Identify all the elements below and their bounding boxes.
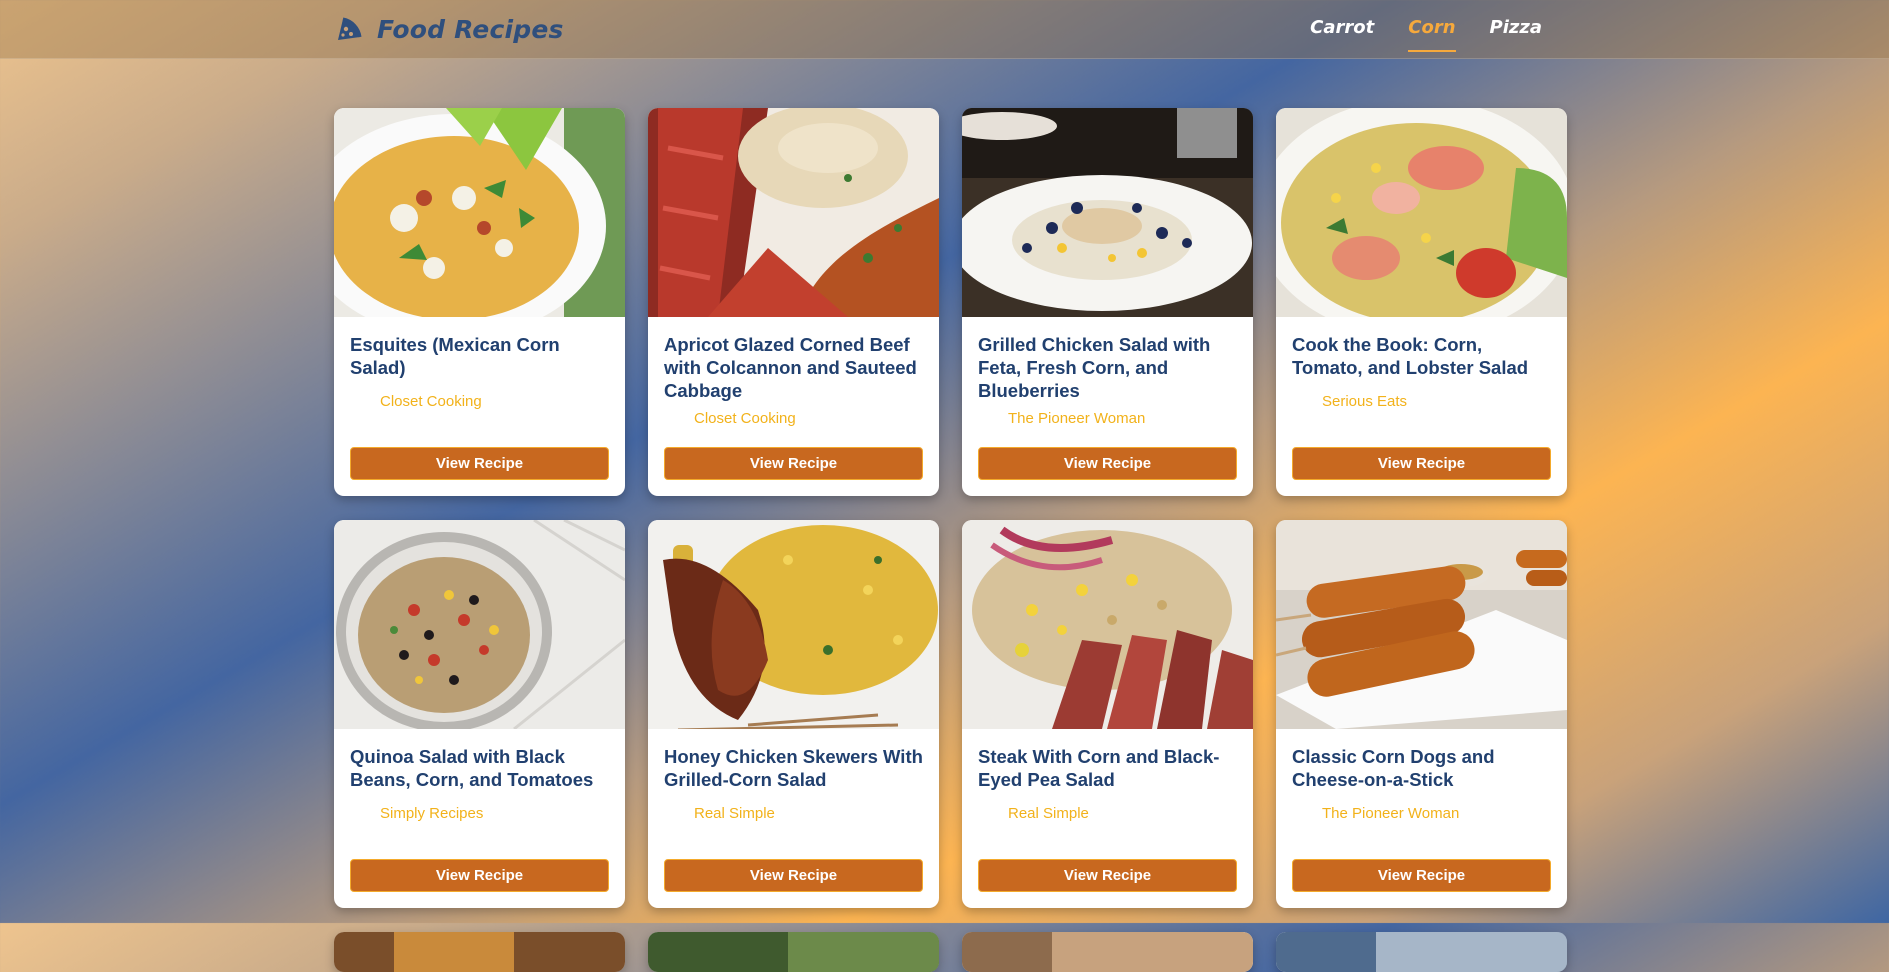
recipe-photo — [962, 108, 1253, 317]
view-recipe-button[interactable]: View Recipe — [664, 447, 923, 480]
recipe-card-partial — [648, 932, 939, 972]
recipe-title[interactable]: Cook the Book: Corn, Tomato, and Lobster… — [1292, 333, 1555, 379]
brand-title: Food Recipes — [377, 14, 564, 44]
recipe-photo — [1276, 932, 1567, 972]
recipe-photo — [648, 932, 939, 972]
recipe-title[interactable]: Classic Corn Dogs and Cheese-on-a-Stick — [1292, 745, 1555, 791]
view-recipe-button[interactable]: View Recipe — [350, 859, 609, 892]
view-recipe-button[interactable]: View Recipe — [1292, 859, 1551, 892]
recipe-source[interactable]: Simply Recipes — [380, 805, 483, 822]
view-recipe-button[interactable]: View Recipe — [978, 447, 1237, 480]
recipe-photo — [648, 520, 939, 729]
recipe-source[interactable]: The Pioneer Woman — [1008, 410, 1145, 427]
recipe-card: Grilled Chicken Salad with Feta, Fresh C… — [962, 108, 1253, 496]
recipe-photo — [962, 520, 1253, 729]
recipe-source[interactable]: Real Simple — [694, 805, 775, 822]
view-recipe-button[interactable]: View Recipe — [1292, 447, 1551, 480]
nav-menu: Carrot Corn Pizza — [1293, 0, 1559, 58]
nav-link-corn[interactable]: Corn — [1391, 0, 1472, 52]
recipe-card: Steak With Corn and Black-Eyed Pea Salad… — [962, 520, 1253, 908]
recipe-photo — [334, 932, 625, 972]
recipe-source[interactable]: Real Simple — [1008, 805, 1089, 822]
recipe-title[interactable]: Apricot Glazed Corned Beef with Colcanno… — [664, 333, 927, 402]
nav-link-carrot[interactable]: Carrot — [1293, 0, 1391, 52]
brand[interactable]: Food Recipes — [335, 12, 564, 46]
recipe-title[interactable]: Steak With Corn and Black-Eyed Pea Salad — [978, 745, 1241, 791]
recipe-title[interactable]: Grilled Chicken Salad with Feta, Fresh C… — [978, 333, 1241, 402]
top-navbar: Food Recipes Carrot Corn Pizza — [0, 0, 1889, 59]
recipe-photo — [1276, 520, 1567, 729]
recipe-photo — [962, 932, 1253, 972]
recipe-source[interactable]: Serious Eats — [1322, 393, 1407, 410]
recipe-card: Cook the Book: Corn, Tomato, and Lobster… — [1276, 108, 1567, 496]
recipe-source[interactable]: The Pioneer Woman — [1322, 805, 1459, 822]
recipe-title[interactable]: Quinoa Salad with Black Beans, Corn, and… — [350, 745, 613, 791]
pizza-slice-icon — [338, 17, 362, 40]
recipe-card-partial — [962, 932, 1253, 972]
recipe-card: Esquites (Mexican Corn Salad) Closet Coo… — [334, 108, 625, 496]
recipe-card: Quinoa Salad with Black Beans, Corn, and… — [334, 520, 625, 908]
view-recipe-button[interactable]: View Recipe — [664, 859, 923, 892]
recipe-title[interactable]: Honey Chicken Skewers With Grilled-Corn … — [664, 745, 927, 791]
recipe-grid: Esquites (Mexican Corn Salad) Closet Coo… — [334, 108, 1567, 972]
recipe-card-partial — [334, 932, 625, 972]
recipe-photo — [334, 520, 625, 729]
nav-link-pizza[interactable]: Pizza — [1473, 0, 1559, 52]
recipe-card: Apricot Glazed Corned Beef with Colcanno… — [648, 108, 939, 496]
recipe-card: Honey Chicken Skewers With Grilled-Corn … — [648, 520, 939, 908]
recipe-source[interactable]: Closet Cooking — [694, 410, 796, 427]
recipe-card-partial — [1276, 932, 1567, 972]
recipe-photo — [648, 108, 939, 317]
view-recipe-button[interactable]: View Recipe — [350, 447, 609, 480]
recipe-card: Classic Corn Dogs and Cheese-on-a-Stick … — [1276, 520, 1567, 908]
view-recipe-button[interactable]: View Recipe — [978, 859, 1237, 892]
recipe-title[interactable]: Esquites (Mexican Corn Salad) — [350, 333, 613, 379]
recipe-source[interactable]: Closet Cooking — [380, 393, 482, 410]
recipe-photo — [334, 108, 625, 317]
recipe-photo — [1276, 108, 1567, 317]
